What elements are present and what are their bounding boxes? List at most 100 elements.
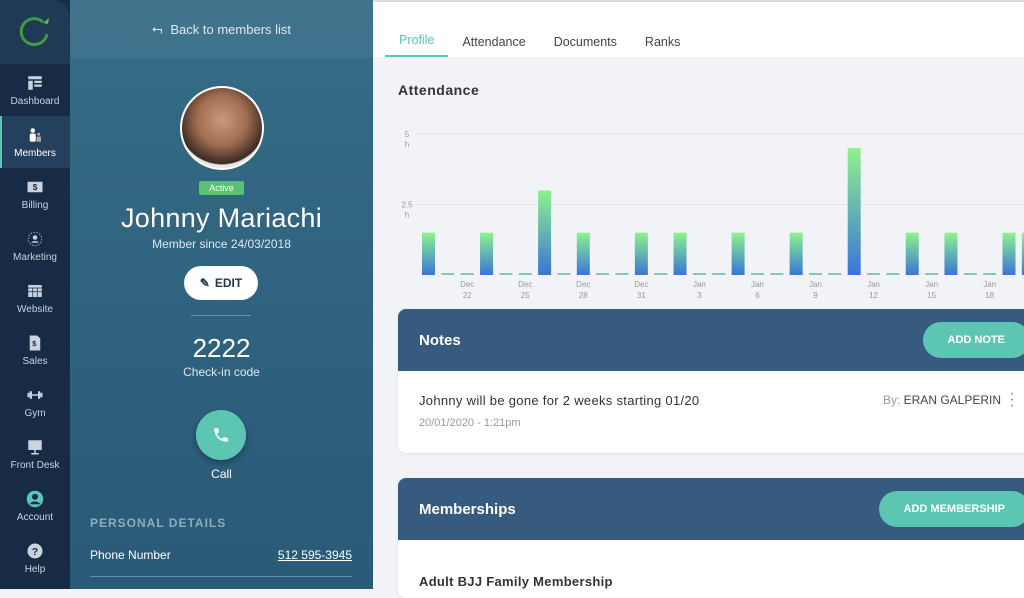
bar: [422, 232, 435, 275]
attendance-title: Attendance: [398, 82, 480, 98]
x-tick-day: 22: [463, 291, 472, 300]
bar: [963, 273, 977, 275]
sidebar-item-account[interactable]: Account: [0, 480, 70, 532]
bar: [538, 190, 552, 275]
tab-profile[interactable]: Profile: [385, 33, 449, 57]
note-author: By: ERAN GALPERIN: [882, 393, 1001, 407]
x-tick-day: 3: [697, 291, 702, 300]
sidebar-item-dashboard[interactable]: Dashboard: [0, 64, 70, 116]
x-tick-day: 28: [579, 291, 588, 300]
x-tick-month: Jan: [925, 280, 938, 289]
tab-attendance[interactable]: Attendance: [448, 35, 539, 57]
bar: [1002, 232, 1016, 275]
note-text: Johnny will be gone for 2 weeks starting…: [419, 393, 700, 408]
divider: [90, 576, 352, 577]
x-tick-month: Dec: [518, 280, 532, 289]
bar: [731, 232, 745, 275]
status-badge: Active: [199, 181, 244, 195]
avatar: [180, 86, 264, 170]
y-tick-unit: h: [405, 211, 409, 220]
notes-card: Notes ADD NOTE Johnny will be gone for 2 …: [398, 309, 1024, 453]
y-tick-label: 2.5: [401, 201, 413, 210]
x-tick-month: Jan: [867, 280, 880, 289]
divider: [191, 315, 251, 316]
bar: [692, 273, 706, 275]
x-tick-month: Dec: [576, 280, 590, 289]
sidebar-item-members[interactable]: Members: [0, 116, 70, 168]
website-icon: [28, 284, 42, 297]
dashboard-icon: [28, 75, 42, 90]
edit-button[interactable]: ✎ EDIT: [184, 266, 258, 300]
memberships-title: Memberships: [419, 500, 516, 518]
sidebar: Dashboard Members $ Billing Marketing Website…: [0, 0, 70, 589]
add-note-button[interactable]: ADD NOTE: [922, 322, 1024, 358]
bar: [750, 273, 764, 275]
sidebar-item-help[interactable]: ? Help: [0, 532, 70, 584]
x-tick-month: Jan: [693, 280, 706, 289]
sidebar-item-gym[interactable]: Gym: [0, 376, 70, 428]
phone-link[interactable]: 512 595-3945: [278, 548, 352, 562]
bar: [518, 273, 532, 275]
call-button[interactable]: [196, 410, 246, 460]
marketing-icon: [27, 231, 43, 246]
x-tick-day: 18: [985, 291, 994, 300]
sales-icon: $: [29, 335, 41, 350]
tab-bar: Profile Attendance Documents Ranks: [373, 0, 1024, 57]
sidebar-item-website[interactable]: Website: [0, 272, 70, 324]
checkin-code: 2222: [192, 333, 251, 363]
bar: [905, 232, 919, 275]
tab-documents[interactable]: Documents: [540, 35, 631, 57]
member-profile-panel: ⮢ Back to members list Active Johnny Mari…: [70, 0, 373, 589]
phone-row: Phone Number 512 595-3945: [90, 548, 352, 562]
sidebar-item-front-desk[interactable]: Front Desk: [0, 428, 70, 480]
phone-icon: [214, 428, 228, 442]
memberships-card: Memberships ADD MEMBERSHIP Adult BJJ Fami…: [398, 478, 1024, 598]
bar: [925, 273, 939, 275]
x-tick-day: 9: [813, 291, 818, 300]
bar: [770, 273, 784, 275]
member-since: Member since 24/03/2018: [152, 237, 291, 251]
call-label: Call: [211, 467, 232, 481]
bar: [847, 148, 861, 275]
bar: [944, 232, 958, 275]
bar: [654, 273, 668, 275]
main-content: Profile Attendance Documents Ranks Attendan…: [373, 0, 1024, 598]
x-tick-month: Dec: [460, 280, 474, 289]
bar: [886, 273, 900, 275]
bar: [673, 232, 687, 275]
app-logo[interactable]: [0, 0, 70, 64]
dumbbell-icon: [27, 390, 43, 399]
personal-details-heading: PERSONAL DETAILS: [90, 516, 227, 530]
sidebar-item-sales[interactable]: $ Sales: [0, 324, 70, 376]
x-tick-day: 12: [869, 291, 878, 300]
bar: [809, 273, 822, 275]
bar: [576, 232, 590, 275]
y-tick-unit: h: [405, 140, 409, 149]
x-tick-day: 15: [927, 291, 936, 300]
sidebar-item-billing[interactable]: $ Billing: [0, 168, 70, 220]
bar: [557, 273, 571, 275]
bar: [460, 273, 474, 275]
attendance-chart: 5h2.5hDec22Dec25Dec28Dec31Jan3Jan6Jan9Ja…: [401, 130, 1024, 300]
svg-text:$: $: [33, 183, 38, 192]
add-membership-button[interactable]: ADD MEMBERSHIP: [878, 491, 1024, 527]
bar: [634, 232, 648, 275]
x-tick-month: Jan: [751, 280, 764, 289]
more-options-icon[interactable]: · · ·: [1009, 386, 1015, 414]
bar: [712, 273, 726, 275]
x-tick-month: Jan: [983, 280, 996, 289]
bar: [615, 273, 629, 275]
sidebar-item-marketing[interactable]: Marketing: [0, 220, 70, 272]
logo-icon: [19, 17, 49, 47]
x-tick-month: Jan: [809, 280, 822, 289]
bar: [828, 273, 842, 275]
back-to-members-link[interactable]: ⮢ Back to members list: [70, 0, 373, 58]
account-icon: [26, 490, 44, 507]
membership-name: Adult BJJ Family Membership: [419, 574, 613, 589]
bar: [499, 273, 513, 275]
bar: [867, 273, 881, 275]
checkin-code-label: Check-in code: [183, 365, 260, 379]
x-tick-day: 31: [637, 291, 646, 300]
tab-ranks[interactable]: Ranks: [631, 35, 694, 57]
notes-title: Notes: [419, 331, 461, 349]
